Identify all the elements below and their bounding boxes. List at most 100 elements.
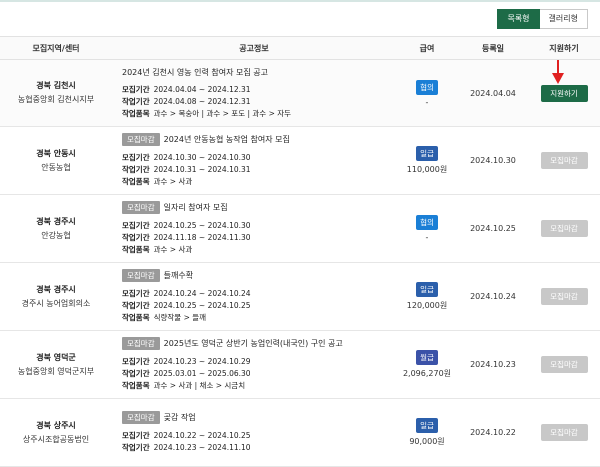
closed-button[interactable]: 모집마감 [540,424,588,441]
region-name: 경북 영덕군 [36,352,76,362]
registered-date: 2024.10.22 [458,398,528,467]
col-apply: 지원하기 [528,36,600,60]
work-period: 작업기간 2024.04.08 ~ 2024.12.31 [122,96,251,106]
posting-info-cell: 모집마감 곶감 작업 모집기간 2024.10.22 ~ 2024.10.25 작… [112,398,396,467]
recruit-period: 모집기간 2024.10.24 ~ 2024.10.24 [122,289,251,298]
apply-cell: 모집마감 [528,398,600,467]
posting-info-cell: 모집마감 일자리 참여자 모집 모집기간 2024.10.25 ~ 2024.10… [112,194,396,263]
work-item: 작업품목 과수 > 사과 | 채소 > 시금치 [122,381,246,390]
top-border [0,0,600,2]
closed-badge: 모집마감 [122,269,160,282]
region-cell: 경북 경주시 경주시 농어업회의소 [0,262,112,331]
closed-badge: 모집마감 [122,337,160,350]
col-region: 모집지역/센터 [0,36,112,60]
list-view-button[interactable]: 목록형 [497,9,540,29]
apply-cell: 모집마감 [528,330,600,399]
pay-cell: 월급 2,096,270원 [396,330,458,399]
posting-info-cell: 모집마감 들깨수확 모집기간 2024.10.24 ~ 2024.10.24 작업… [112,262,396,331]
posting-info-cell: 2024년 김천시 영농 인력 참여자 모집 공고 모집기간 2024.04.04… [112,59,396,127]
closed-button[interactable]: 모집마감 [540,220,588,237]
center-name: 경주시 농어업회의소 [21,298,91,308]
closed-button[interactable]: 모집마감 [540,152,588,169]
pay-amount: 120,000원 [406,301,448,310]
work-item: 작업품목 과수 > 사과 [122,245,193,254]
apply-button[interactable]: 지원하기 [540,84,588,102]
pay-type-badge: 일급 [416,282,438,297]
region-name: 경북 안동시 [36,148,76,158]
apply-cell: 모집마감 [528,126,600,195]
table-row[interactable]: 경북 안동시 안동농협 모집마감 2024년 안동농협 농작업 참여자 모집 모… [0,126,600,195]
center-name: 안동농협 [41,162,71,172]
col-posting-info: 공고정보 [112,36,396,60]
center-name: 농협중앙회 영덕군지부 [17,366,95,376]
pay-amount: 110,000원 [406,165,448,174]
closed-badge: 모집마감 [122,201,160,214]
table-header: 모집지역/센터 공고정보 급여 등록일 지원하기 [0,36,600,60]
closed-button[interactable]: 모집마감 [540,356,588,373]
posting-info-cell: 모집마감 2024년 안동농협 농작업 참여자 모집 모집기간 2024.10.3… [112,126,396,195]
pay-amount: 90,000원 [409,437,445,446]
posting-info-cell: 모집마감 2025년도 영덕군 상반기 농업인력(내국인) 구인 공고 모집기간… [112,330,396,399]
registered-date: 2024.10.25 [458,194,528,263]
pay-cell: 일급 110,000원 [396,126,458,195]
posting-title[interactable]: 2025년도 영덕군 상반기 농업인력(내국인) 구인 공고 [164,338,343,349]
posting-title[interactable]: 2024년 안동농협 농작업 참여자 모집 [164,134,290,145]
region-cell: 경북 영덕군 농협중앙회 영덕군지부 [0,330,112,399]
closed-button[interactable]: 모집마감 [540,288,588,305]
pay-cell: 협의 - [396,194,458,263]
red-arrow-icon [552,60,564,84]
pay-type-badge: 일급 [416,418,438,433]
registered-date: 2024.10.24 [458,262,528,331]
posting-title[interactable]: 일자리 참여자 모집 [164,202,228,213]
pay-amount: - [425,233,429,242]
work-item: 작업품목 과수 > 복숭아 | 과수 > 포도 | 과수 > 자두 [122,108,292,118]
region-name: 경북 경주시 [36,284,76,294]
pay-amount: 2,096,270원 [402,369,452,378]
apply-cell: 모집마감 [528,194,600,263]
work-item: 작업품목 식량작물 > 들깨 [122,313,207,322]
posting-title[interactable]: 2024년 김천시 영농 인력 참여자 모집 공고 [122,67,268,78]
recruit-period: 모집기간 2024.10.25 ~ 2024.10.30 [122,221,251,230]
posting-title[interactable]: 곶감 작업 [164,412,196,423]
work-period: 작업기간 2024.10.23 ~ 2024.11.10 [122,443,251,452]
view-toggle: 목록형 갤러리형 [497,9,588,29]
registered-date: 2024.04.04 [458,59,528,127]
pay-cell: 일급 90,000원 [396,398,458,467]
work-period: 작업기간 2025.03.01 ~ 2025.06.30 [122,369,251,378]
recruit-period: 모집기간 2024.04.04 ~ 2024.12.31 [122,84,251,94]
work-period: 작업기간 2024.11.18 ~ 2024.11.30 [122,233,251,242]
work-period: 작업기간 2024.10.25 ~ 2024.10.25 [122,301,251,310]
pay-type-badge: 협의 [416,215,438,230]
registered-date: 2024.10.23 [458,330,528,399]
col-date: 등록일 [458,36,528,60]
registered-date: 2024.10.30 [458,126,528,195]
center-name: 농협중앙회 김천시지부 [17,95,95,104]
center-name: 안강농협 [41,230,71,240]
pay-cell: 협의 - [396,59,458,127]
col-pay: 급여 [396,36,458,60]
closed-badge: 모집마감 [122,411,160,424]
region-name: 경북 김천시 [36,81,76,90]
region-cell: 경북 안동시 안동농협 [0,126,112,195]
region-name: 경북 상주시 [36,420,76,430]
pay-type-badge: 협의 [416,79,438,95]
table-row[interactable]: 경북 경주시 안강농협 모집마감 일자리 참여자 모집 모집기간 2024.10.… [0,194,600,263]
table-row[interactable]: 경북 상주시 상주시조합공동법인 모집마감 곶감 작업 모집기간 2024.10.… [0,398,600,467]
table-row[interactable]: 경북 경주시 경주시 농어업회의소 모집마감 들깨수확 모집기간 2024.10.… [0,262,600,331]
table-row[interactable]: 경북 김천시 농협중앙회 김천시지부 2024년 김천시 영농 인력 참여자 모… [0,59,600,127]
posting-title[interactable]: 들깨수확 [164,270,193,281]
job-posting-table: 모집지역/센터 공고정보 급여 등록일 지원하기 경북 김천시 농협중앙회 김천… [0,36,600,467]
work-item: 작업품목 과수 > 사과 [122,177,193,186]
pay-cell: 일급 120,000원 [396,262,458,331]
center-name: 상주시조합공동법인 [22,434,90,444]
table-row[interactable]: 경북 영덕군 농협중앙회 영덕군지부 모집마감 2025년도 영덕군 상반기 농… [0,330,600,399]
pay-type-badge: 일급 [416,146,438,161]
recruit-period: 모집기간 2024.10.22 ~ 2024.10.25 [122,431,251,440]
region-cell: 경북 상주시 상주시조합공동법인 [0,398,112,467]
pay-type-badge: 월급 [416,350,438,365]
gallery-view-button[interactable]: 갤러리형 [539,9,588,29]
pay-amount: - [425,97,429,107]
work-period: 작업기간 2024.10.31 ~ 2024.10.31 [122,165,251,174]
recruit-period: 모집기간 2024.10.23 ~ 2024.10.29 [122,357,251,366]
region-name: 경북 경주시 [36,216,76,226]
